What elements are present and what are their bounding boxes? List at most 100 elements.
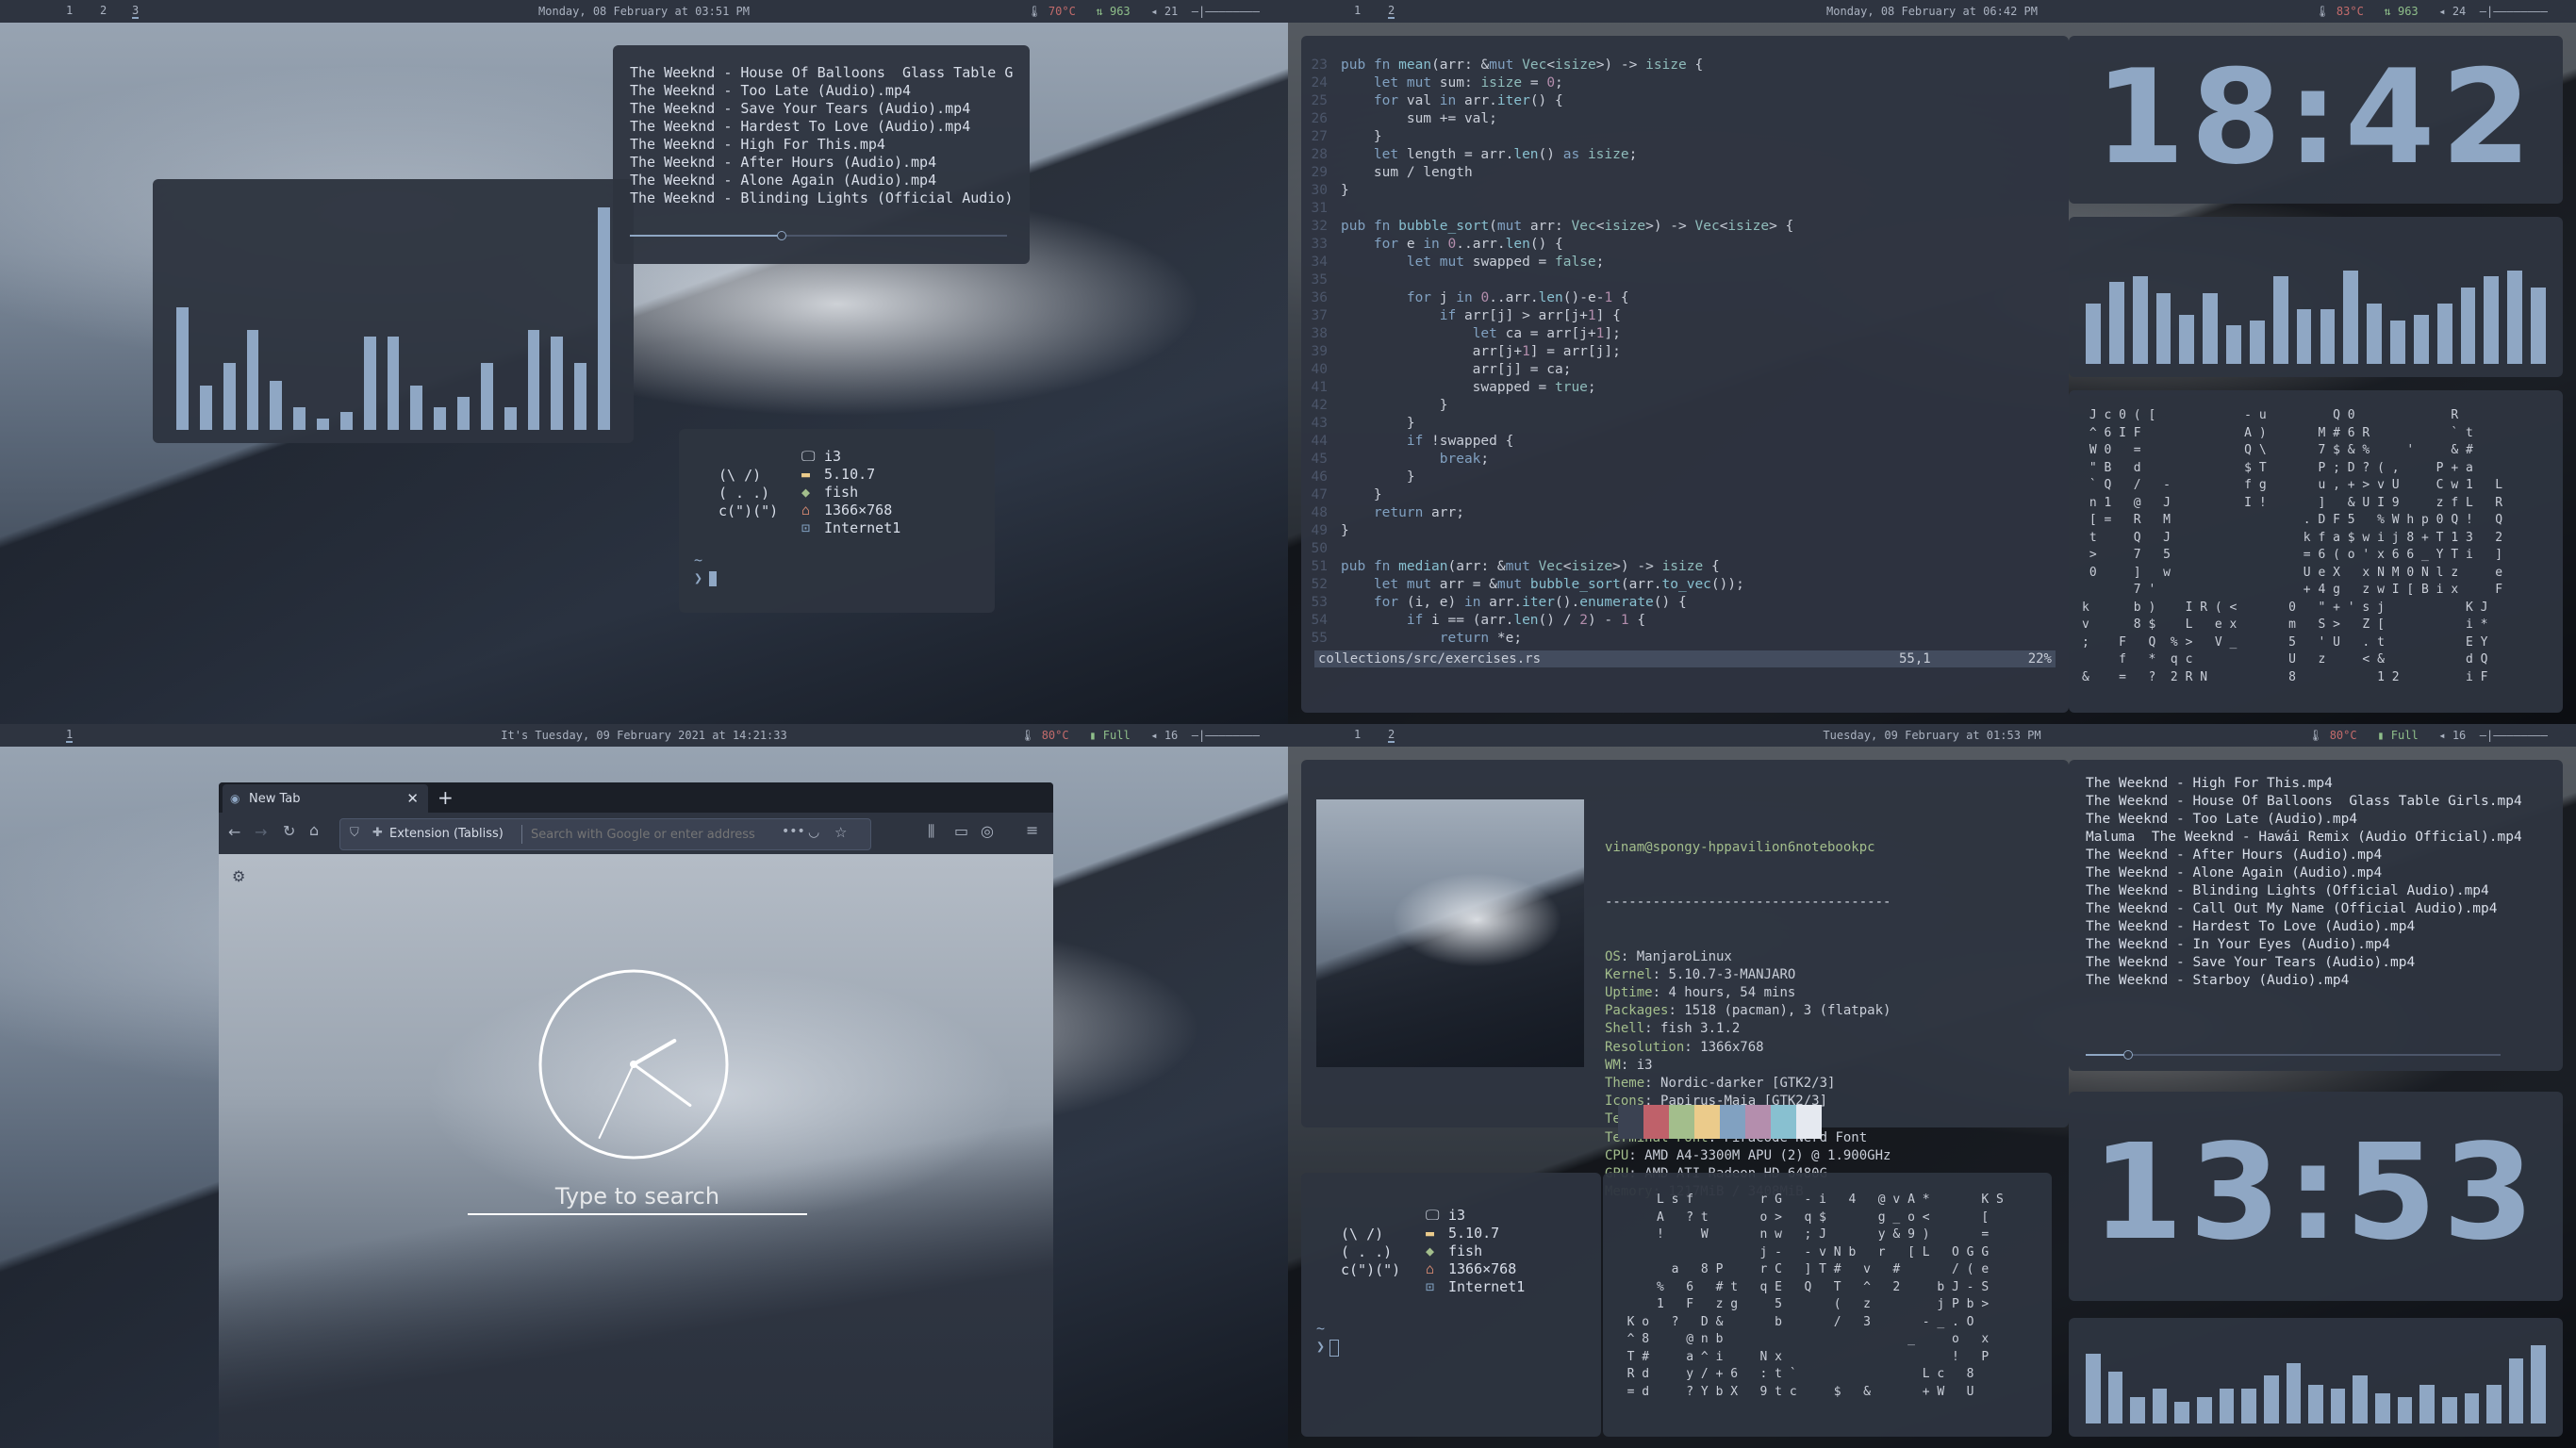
sysinfo-value: Internet1 [1448, 1278, 1526, 1295]
code-line: 50 [1301, 540, 1793, 558]
tab-title: New Tab [249, 792, 301, 806]
playback-progress-bar[interactable] [2086, 1050, 2501, 1060]
playback-progress-bar[interactable] [630, 231, 1007, 240]
bookmark-star-icon[interactable]: ☆ [834, 824, 847, 841]
sidebar-icon[interactable]: ▭ [954, 822, 968, 840]
playlist-item[interactable]: The Weeknd - Hardest To Love (Audio).mp4 [2086, 918, 2522, 936]
line-number: 25 [1311, 93, 1328, 108]
line-number: 23 [1311, 58, 1328, 73]
more-actions-icon[interactable]: ••• [782, 824, 805, 839]
visualizer-bar [2320, 309, 2336, 364]
visualizer-bar [2272, 276, 2288, 364]
tabliss-search-box[interactable]: Type to search [468, 1179, 807, 1215]
neofetch-terminal[interactable]: vinam@spongy-hppavilion6notebookpc -----… [1301, 760, 2069, 1199]
back-arrow-icon[interactable]: ← [228, 823, 240, 841]
neofetch-value: ManjaroLinux [1636, 948, 1732, 964]
visualizer-bar [199, 385, 212, 430]
battery-value: Full [1102, 729, 1131, 742]
library-icon[interactable]: ⫼ [928, 822, 934, 841]
volume-slider[interactable]: –|–––––––– [2473, 729, 2548, 742]
code-line: 23 pub fn mean(arr: &mut Vec<isize>) -> i… [1301, 57, 1793, 74]
network-icon: ⇅ [1096, 5, 1103, 18]
pocket-icon[interactable]: ◡ [808, 825, 819, 840]
reload-icon[interactable]: ↻ [283, 822, 295, 840]
statusline-position: 55,1 [1899, 651, 1931, 666]
playlist-item[interactable]: The Weeknd - Hardest To Love (Audio).mp4 [630, 118, 1013, 136]
code-editor-window[interactable]: 23 pub fn mean(arr: &mut Vec<isize>) -> i… [1301, 36, 2069, 713]
playlist-item[interactable]: The Weeknd - High For This.mp4 [2086, 775, 2522, 793]
line-number: 26 [1311, 111, 1328, 126]
code-text: let ca = arr[j+1]; [1472, 326, 1621, 341]
volume-slider[interactable]: –|–––––––– [1185, 729, 1260, 742]
playlist-item[interactable]: The Weeknd - After Hours (Audio).mp4 [630, 154, 1013, 172]
code-line: 36 for j in 0..arr.len()-e-1 { [1301, 289, 1793, 307]
sysinfo-value: Internet1 [824, 519, 901, 536]
playlist-item[interactable]: The Weeknd - High For This.mp4 [630, 136, 1013, 154]
neofetch-key: Shell [1605, 1021, 1645, 1037]
progress-handle[interactable] [777, 231, 786, 240]
code-text: pub fn median(arr: &mut Vec<isize>) -> i… [1341, 559, 1720, 574]
address-bar[interactable]: ⛉ ✚ Extension (Tabliss) ••• ◡ ☆ [339, 818, 871, 850]
account-icon[interactable]: ◎ [981, 822, 994, 840]
playlist-item[interactable]: The Weeknd - Call Out My Name (Official … [2086, 900, 2522, 918]
volume-slider[interactable]: –|–––––––– [1185, 5, 1260, 18]
visualizer-bar [574, 363, 587, 430]
visualizer-bar [387, 336, 400, 430]
visualizer-bar [2508, 1358, 2524, 1423]
home-icon[interactable]: ⌂ [309, 821, 319, 839]
tab-new-tab[interactable]: ◉ New Tab ✕ [223, 784, 428, 813]
visualizer-bar [457, 396, 470, 430]
shell-prompt: ~ ❯ [1316, 1320, 1326, 1355]
terminal-window[interactable]: (\ /) ( . .) c(")(") 🖵 i3 ▬ 5.10.7 ◆ fish ⌂ 136… [1301, 1173, 1601, 1437]
matrix-terminal: J c 0 ( [ - u Q 0 R ^ 6 I F A ) M # 6 R … [2069, 390, 2563, 713]
playlist-item[interactable]: The Weeknd - Starboy (Audio).mp4 [2086, 972, 2522, 990]
playlist-item[interactable]: The Weeknd - Save Your Tears (Audio).mp4 [630, 100, 1013, 118]
code-line: 33 for e in 0..arr.len() { [1301, 236, 1793, 254]
playlist-item[interactable]: The Weeknd - Alone Again (Audio).mp4 [2086, 864, 2522, 882]
neofetch-value: AMD A4-3300M APU (2) @ 1.900GHz [1644, 1147, 1891, 1163]
close-tab-icon[interactable]: ✕ [406, 790, 419, 807]
playlist-item[interactable]: The Weeknd - Blinding Lights (Official A… [630, 189, 1013, 207]
playlist-item[interactable]: The Weeknd - Save Your Tears (Audio).mp4 [2086, 954, 2522, 972]
matrix-terminal: L s f r G - i 4 @ v A * K S A ? t o > q … [1603, 1173, 2052, 1437]
new-tab-button[interactable]: + [438, 786, 454, 809]
playlist-item[interactable]: The Weeknd - Alone Again (Audio).mp4 [630, 172, 1013, 189]
code-text: pub fn bubble_sort(mut arr: Vec<isize>) … [1341, 219, 1794, 234]
playlist-item[interactable]: The Weeknd - House Of Balloons Glass Tab… [2086, 793, 2522, 811]
line-number: 54 [1311, 613, 1328, 628]
volume-slider[interactable]: –|–––––––– [2473, 5, 2548, 18]
visualizer-bar [2226, 325, 2241, 364]
code-text: if i == (arr.len() / 2) - 1 { [1406, 613, 1646, 628]
code-line: 44 if !swapped { [1301, 433, 1793, 451]
shield-icon[interactable]: ⛉ [350, 826, 359, 840]
neofetch-key: CPU [1605, 1147, 1629, 1163]
line-number: 40 [1311, 362, 1328, 377]
line-number: 52 [1311, 577, 1328, 592]
workspace-bottom-right: 1 2 Tuesday, 09 February at 01:53 PM 🌡 8… [1288, 724, 2576, 1448]
visualizer-bar [2308, 1384, 2323, 1423]
neofetch-separator: ------------------------------------ [1605, 895, 1891, 911]
bar-status-right: 🌡 80°C ▮ Full ◂ 16 –|–––––––– [1020, 729, 1260, 742]
playlist-item[interactable]: Maluma The Weeknd - Hawái Remix (Audio O… [2086, 829, 2522, 847]
playlist-item[interactable]: The Weeknd - Blinding Lights (Official A… [2086, 882, 2522, 900]
sysinfo-row: 🖵 i3 [1426, 1207, 1525, 1225]
code-line: 39 arr[j+1] = arr[j]; [1301, 343, 1793, 361]
line-number: 50 [1311, 541, 1328, 556]
code-line: 26 sum += val; [1301, 110, 1793, 128]
playlist-item[interactable]: The Weeknd - In Your Eyes (Audio).mp4 [2086, 936, 2522, 954]
palette-swatch [1720, 1105, 1745, 1139]
playlist-item[interactable]: The Weeknd - Too Late (Audio).mp4 [630, 82, 1013, 100]
code-text: let length = arr.len() as isize; [1373, 147, 1638, 162]
code-text: if !swapped { [1406, 434, 1514, 449]
menu-icon[interactable]: ≡ [1026, 821, 1038, 839]
settings-gear-icon[interactable]: ⚙ [232, 867, 245, 885]
playlist-item[interactable]: The Weeknd - After Hours (Audio).mp4 [2086, 847, 2522, 864]
neofetch-value: i3 [1636, 1057, 1653, 1073]
playlist-item[interactable]: The Weeknd - Too Late (Audio).mp4 [2086, 811, 2522, 829]
playlist-item[interactable]: The Weeknd - House Of Balloons Glass Tab… [630, 64, 1013, 82]
progress-handle[interactable] [2123, 1050, 2133, 1060]
forward-arrow-icon[interactable]: → [255, 823, 267, 841]
sysinfo-row: 🖵 i3 [801, 448, 900, 466]
terminal-window[interactable]: (\ /) ( . .) c(")(") 🖵 i3 ▬ 5.10.7 ◆ fish ⌂ 136… [679, 429, 995, 613]
address-input[interactable] [529, 824, 778, 845]
